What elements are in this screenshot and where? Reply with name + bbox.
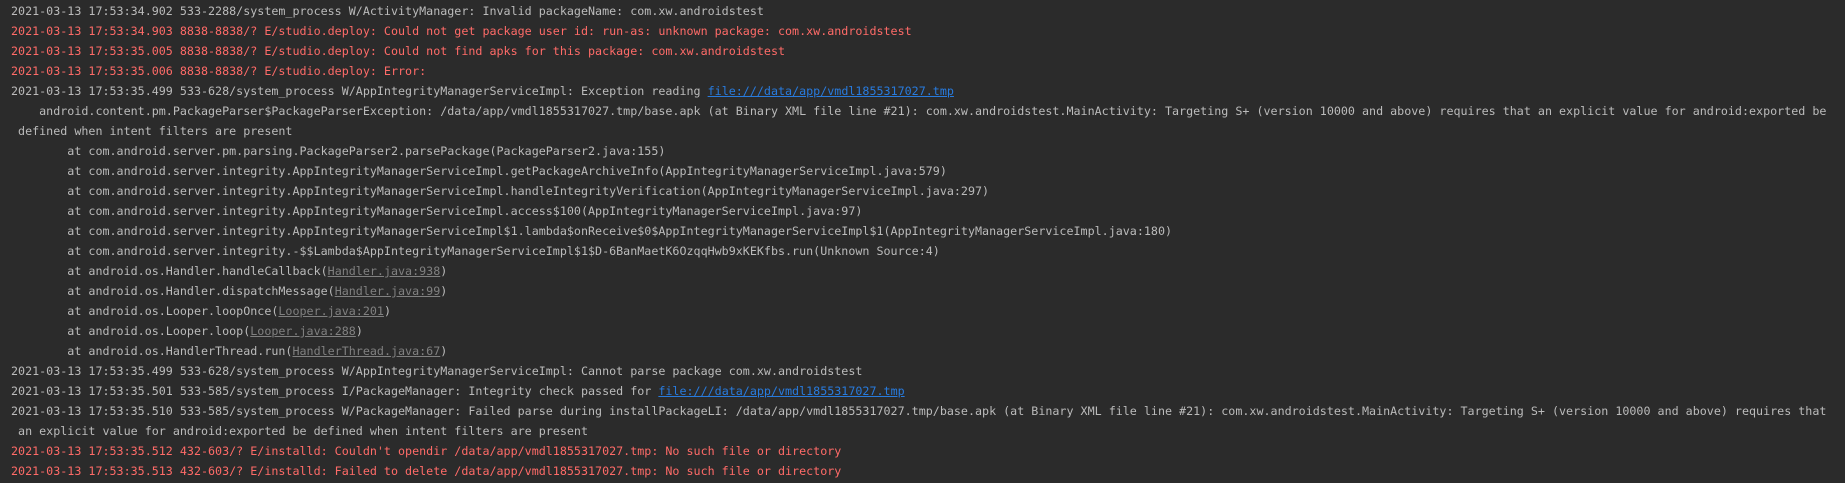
log-line: defined when intent filters are present [11,121,1845,141]
log-text: an explicit value for android:exported b… [11,424,588,438]
log-text: 2021-03-13 17:53:35.510 533-585/system_p… [11,404,1827,418]
log-line: 2021-03-13 17:53:35.006 8838-8838/? E/st… [11,61,1845,81]
log-line: 2021-03-13 17:53:35.499 533-628/system_p… [11,81,1845,101]
log-text: 2021-03-13 17:53:34.902 533-2288/system_… [11,4,764,18]
log-line: 2021-03-13 17:53:34.902 533-2288/system_… [11,1,1845,21]
logcat-output[interactable]: 2021-03-13 17:53:34.902 533-2288/system_… [0,0,1845,483]
source-file-link[interactable]: Handler.java:938 [328,264,441,278]
source-file-link[interactable]: Looper.java:288 [250,324,356,338]
log-text: at com.android.server.integrity.AppInteg… [11,184,990,198]
log-line: 2021-03-13 17:53:35.005 8838-8838/? E/st… [11,41,1845,61]
log-line: 2021-03-13 17:53:34.903 8838-8838/? E/st… [11,21,1845,41]
log-text: at com.android.server.pm.parsing.Package… [11,144,666,158]
log-line: at android.os.Handler.dispatchMessage(Ha… [11,281,1845,301]
log-text: 2021-03-13 17:53:35.006 8838-8838/? E/st… [11,64,427,78]
log-text: at android.os.Looper.loop( [11,324,251,338]
log-text: 2021-03-13 17:53:35.499 533-628/system_p… [11,84,708,98]
log-text: 2021-03-13 17:53:35.005 8838-8838/? E/st… [11,44,786,58]
log-line: at com.android.server.integrity.-$$Lambd… [11,241,1845,261]
log-text: ) [440,284,448,298]
log-text: at android.os.Looper.loopOnce( [11,304,279,318]
file-url-link[interactable]: file:///data/app/vmdl1855317027.tmp [658,384,904,398]
log-line: 2021-03-13 17:53:35.499 533-628/system_p… [11,361,1845,381]
log-text: ) [440,264,448,278]
log-text: 2021-03-13 17:53:34.903 8838-8838/? E/st… [11,24,912,38]
log-text: at android.os.HandlerThread.run( [11,344,293,358]
source-file-link[interactable]: HandlerThread.java:67 [292,344,440,358]
log-text: ) [383,304,391,318]
source-file-link[interactable]: Looper.java:201 [278,304,384,318]
log-line: 2021-03-13 17:53:35.501 533-585/system_p… [11,381,1845,401]
log-text: ) [355,324,363,338]
log-text: at com.android.server.integrity.AppInteg… [11,224,1173,238]
log-line: at com.android.server.integrity.AppInteg… [11,161,1845,181]
log-line: 2021-03-13 17:53:35.510 533-585/system_p… [11,401,1845,421]
log-text: at android.os.Handler.handleCallback( [11,264,328,278]
log-line: at com.android.server.integrity.AppInteg… [11,221,1845,241]
file-url-link[interactable]: file:///data/app/vmdl1855317027.tmp [708,84,954,98]
log-line: an explicit value for android:exported b… [11,421,1845,441]
log-line: at android.os.Looper.loop(Looper.java:28… [11,321,1845,341]
log-line: 2021-03-13 17:53:35.513 432-603/? E/inst… [11,461,1845,481]
log-line: at android.os.HandlerThread.run(HandlerT… [11,341,1845,361]
log-text: ) [440,344,448,358]
log-text: 2021-03-13 17:53:35.513 432-603/? E/inst… [11,464,842,478]
log-line: 2021-03-13 17:53:35.512 432-603/? E/inst… [11,441,1845,461]
log-text: at com.android.server.integrity.-$$Lambd… [11,244,940,258]
log-text: 2021-03-13 17:53:35.512 432-603/? E/inst… [11,444,842,458]
log-line: at com.android.server.pm.parsing.Package… [11,141,1845,161]
log-line: at com.android.server.integrity.AppInteg… [11,181,1845,201]
log-line: at android.os.Handler.handleCallback(Han… [11,261,1845,281]
log-text: at com.android.server.integrity.AppInteg… [11,204,863,218]
log-line: at android.os.Looper.loopOnce(Looper.jav… [11,301,1845,321]
log-text: at com.android.server.integrity.AppInteg… [11,164,947,178]
log-text: android.content.pm.PackageParser$Package… [11,104,1827,118]
log-text: 2021-03-13 17:53:35.499 533-628/system_p… [11,364,863,378]
source-file-link[interactable]: Handler.java:99 [335,284,441,298]
log-line: at com.android.server.integrity.AppInteg… [11,201,1845,221]
log-text: at android.os.Handler.dispatchMessage( [11,284,335,298]
log-text: defined when intent filters are present [11,124,293,138]
log-text: 2021-03-13 17:53:35.501 533-585/system_p… [11,384,659,398]
log-line: android.content.pm.PackageParser$Package… [11,101,1845,121]
